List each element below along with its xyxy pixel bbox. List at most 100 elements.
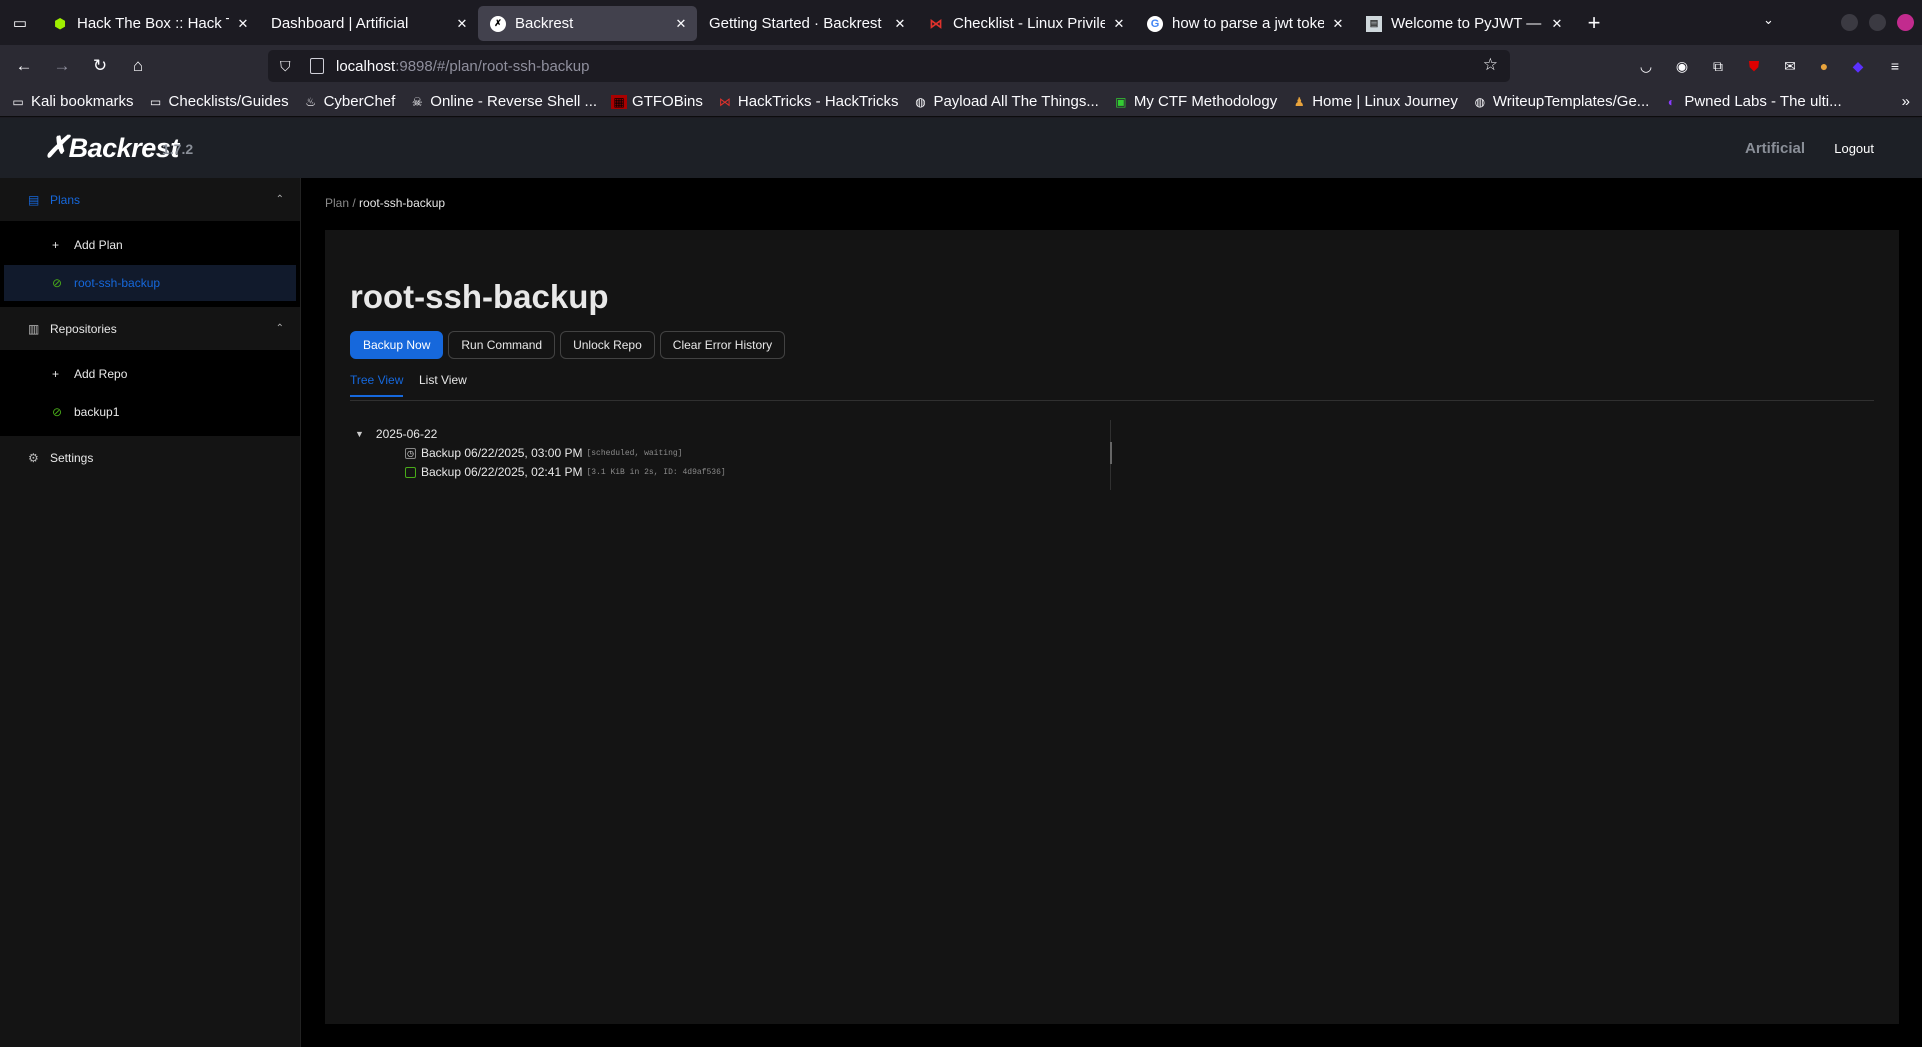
- sidebar: ▤ Plans ⌃ + Add Plan ⊘ root-ssh-backup ▥…: [0, 178, 301, 1047]
- bookmark-item[interactable]: ◍ Payload All The Things...: [912, 93, 1099, 110]
- browser-tab[interactable]: Dashboard | Artificial ✕: [259, 6, 478, 41]
- breadcrumb-root[interactable]: Plan: [325, 196, 349, 210]
- close-icon[interactable]: ✕: [1549, 16, 1565, 32]
- main-content: Plan / root-ssh-backup root-ssh-backup B…: [302, 178, 1922, 1047]
- app-version: 1.7.2: [162, 141, 194, 157]
- backrest-logo[interactable]: ✗Backrest: [44, 130, 179, 165]
- maximize-button[interactable]: [1869, 14, 1886, 31]
- logout-button[interactable]: Logout: [1834, 141, 1874, 156]
- account-icon[interactable]: ◉: [1672, 56, 1692, 76]
- sidebar-item-root-ssh-backup[interactable]: ⊘ root-ssh-backup: [4, 265, 296, 301]
- tree-backup-entry[interactable]: ◷ Backup 06/22/2025, 03:00 PM [scheduled…: [405, 446, 682, 460]
- bookmark-item[interactable]: ▣ My CTF Methodology: [1113, 93, 1277, 110]
- tab-title: Dashboard | Artificial: [271, 15, 409, 32]
- tab-tree-view[interactable]: Tree View: [350, 373, 404, 397]
- browser-tab[interactable]: ⋈ Checklist - Linux Privilege Escalation…: [916, 6, 1135, 41]
- bookmark-label: WriteupTemplates/Ge...: [1492, 93, 1650, 110]
- tab-list-view[interactable]: List View: [419, 373, 467, 395]
- resize-handle[interactable]: [1110, 442, 1112, 464]
- caret-down-icon[interactable]: ▼: [355, 429, 364, 439]
- run-command-button[interactable]: Run Command: [448, 331, 556, 359]
- sidebar-item-settings[interactable]: ⚙ Settings: [0, 436, 300, 479]
- bookmark-item[interactable]: ☠ Online - Reverse Shell ...: [409, 93, 597, 110]
- bookmark-item[interactable]: ♨ CyberChef: [303, 93, 396, 110]
- sidebar-item-label: backup1: [74, 405, 120, 419]
- backrest-app: ✗Backrest 1.7.2 Artificial Logout ▤ Plan…: [0, 118, 1922, 1047]
- tab-title: Getting Started · Backrest: [709, 15, 882, 32]
- close-icon[interactable]: ✕: [235, 16, 251, 32]
- bookmark-label: CyberChef: [323, 93, 396, 110]
- bookmark-star-icon[interactable]: ☆: [1483, 55, 1498, 75]
- backrest-icon: ✗: [490, 15, 506, 32]
- back-icon[interactable]: ←: [7, 49, 41, 83]
- bookmark-item[interactable]: ◐ Pwned Labs - The ulti...: [1663, 93, 1842, 110]
- wappalyzer-icon[interactable]: ◆: [1848, 56, 1868, 76]
- backup-entry-label: Backup 06/22/2025, 03:00 PM: [421, 446, 583, 460]
- page-title: root-ssh-backup: [350, 278, 609, 315]
- extension-icon[interactable]: ✉: [1780, 56, 1800, 76]
- cookie-icon[interactable]: ●: [1814, 56, 1834, 76]
- bookmark-label: My CTF Methodology: [1133, 93, 1278, 110]
- new-tab-button[interactable]: +: [1577, 10, 1611, 36]
- plus-icon: +: [52, 367, 60, 381]
- sidebar-item-add-repo[interactable]: + Add Repo: [4, 356, 296, 392]
- forward-icon[interactable]: →: [45, 49, 79, 83]
- backup-now-button[interactable]: Backup Now: [350, 331, 444, 359]
- tab-title: Backrest: [515, 15, 574, 32]
- sidebar-item-add-plan[interactable]: + Add Plan: [4, 227, 296, 263]
- browser-tab[interactable]: Getting Started · Backrest ✕: [697, 6, 916, 41]
- sidebar-group-plans[interactable]: ▤ Plans ⌃: [0, 178, 300, 221]
- tree-backup-entry[interactable]: Backup 06/22/2025, 02:41 PM [3.1 KiB in …: [405, 465, 726, 479]
- close-icon[interactable]: ✕: [673, 16, 689, 32]
- chevron-down-icon[interactable]: ⌄: [1763, 12, 1774, 28]
- bookmark-label: GTFOBins: [632, 93, 703, 110]
- shield-icon: ⛉: [280, 57, 291, 74]
- browser-tab-active[interactable]: ✗ Backrest ✕: [478, 6, 697, 41]
- bookmark-item[interactable]: ♟ Home | Linux Journey: [1291, 93, 1458, 110]
- sidebar-group-repositories[interactable]: ▥ Repositories ⌃: [0, 307, 300, 350]
- menu-icon[interactable]: ≡: [1885, 56, 1905, 76]
- browser-tab[interactable]: ⬢ Hack The Box :: Hack The Box ✕: [40, 6, 259, 41]
- tab-title: Welcome to PyJWT — PyJWT: [1391, 15, 1543, 32]
- bookmark-item[interactable]: ⋈ HackTricks - HackTricks: [717, 93, 899, 110]
- extensions-icon[interactable]: ⧉: [1708, 56, 1728, 76]
- sidebar-item-label: root-ssh-backup: [74, 276, 161, 290]
- pyjwt-icon: ▤: [1366, 15, 1382, 32]
- sidebar-group-label: Settings: [50, 450, 94, 465]
- tab-title: how to parse a jwt token python: [1172, 15, 1324, 32]
- home-icon[interactable]: ⌂: [121, 49, 155, 83]
- minimize-button[interactable]: [1841, 14, 1858, 31]
- hacktricks-icon: ⋈: [718, 94, 731, 109]
- page-icon: [310, 58, 324, 74]
- browser-nav-bar: ← → ↻ ⌂ ⛉ localhost:9898/#/plan/root-ssh…: [0, 45, 1922, 87]
- reload-icon[interactable]: ↻: [83, 49, 117, 83]
- close-window-button[interactable]: [1897, 14, 1914, 31]
- bookmark-item[interactable]: ▭ Checklists/Guides: [148, 93, 289, 110]
- sidebar-item-backup1[interactable]: ⊘ backup1: [4, 394, 296, 430]
- folder-icon: ▭: [149, 94, 162, 109]
- url-text[interactable]: localhost:9898/#/plan/root-ssh-backup: [336, 58, 590, 75]
- bookmark-item[interactable]: ▭ Kali bookmarks: [10, 93, 133, 110]
- close-icon[interactable]: ✕: [892, 16, 908, 32]
- skull-icon: ☠: [411, 94, 423, 109]
- close-icon[interactable]: ✕: [1330, 16, 1346, 32]
- bookmark-item[interactable]: ▦ GTFOBins: [611, 93, 703, 110]
- unlock-repo-button[interactable]: Unlock Repo: [560, 331, 655, 359]
- url-bar[interactable]: ⛉ localhost:9898/#/plan/root-ssh-backup …: [268, 50, 1510, 82]
- close-icon[interactable]: ✕: [1111, 16, 1127, 32]
- chevron-up-icon: ⌃: [275, 194, 284, 205]
- clear-error-history-button[interactable]: Clear Error History: [659, 331, 786, 359]
- tree-date-label: 2025-06-22: [375, 427, 438, 441]
- close-icon[interactable]: ✕: [454, 16, 470, 32]
- browser-tab[interactable]: G how to parse a jwt token python ✕: [1135, 6, 1354, 41]
- browser-tab[interactable]: ▤ Welcome to PyJWT — PyJWT ✕: [1354, 6, 1573, 41]
- pocket-icon[interactable]: ◡: [1636, 56, 1656, 76]
- bookmark-item[interactable]: ◍ WriteupTemplates/Ge...: [1472, 93, 1650, 110]
- htb-cube-icon: ⬢: [54, 15, 66, 31]
- ublock-icon[interactable]: ⛊: [1744, 56, 1764, 76]
- chevron-double-right-icon[interactable]: »: [1902, 93, 1910, 110]
- tab-title: Hack The Box :: Hack The Box: [77, 15, 229, 32]
- tab-list-icon[interactable]: ▭: [0, 0, 40, 45]
- check-circle-icon: ⊘: [52, 276, 63, 290]
- tree-date-node[interactable]: ▼ 2025-06-22: [355, 427, 437, 441]
